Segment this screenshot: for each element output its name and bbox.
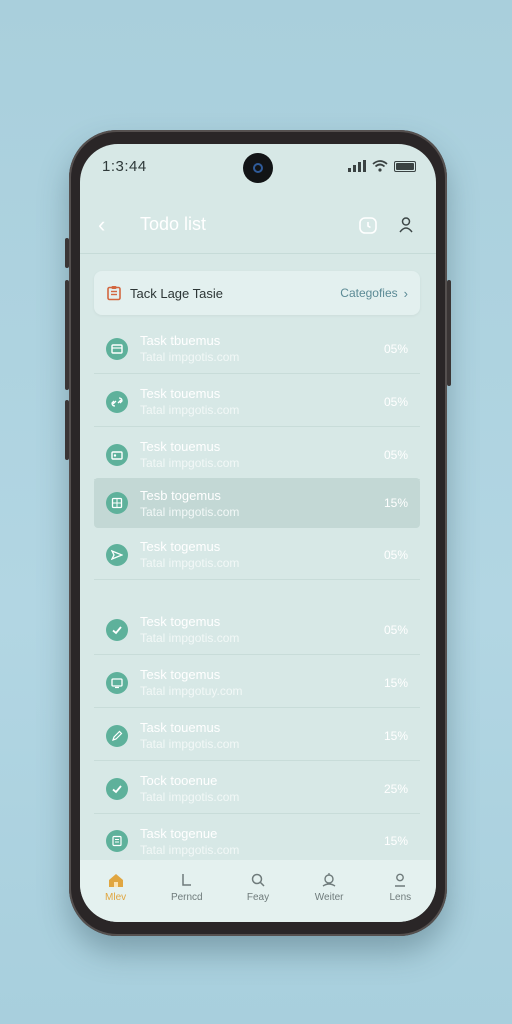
task-title: Task touemus bbox=[140, 720, 221, 735]
power-button bbox=[65, 400, 69, 460]
bottom-nav: Mlev Perncd Feay Weiter Lens bbox=[80, 860, 436, 922]
task-subtitle: Tatal impgotuy.com bbox=[140, 684, 243, 698]
task-row[interactable]: Task tbuemus Tatal impgotis.com 05% bbox=[94, 324, 420, 374]
task-percent: 15% bbox=[383, 496, 408, 510]
categories-link[interactable]: Categofies bbox=[340, 286, 397, 300]
task-title: Task togenue bbox=[140, 825, 218, 841]
check-icon bbox=[106, 618, 128, 641]
nav-label: Feay bbox=[246, 892, 270, 903]
category-title: Tack Lage Tasie bbox=[130, 285, 223, 301]
task-subtitle: Tatal impgotis.com bbox=[140, 403, 240, 417]
task-percent: 05% bbox=[383, 341, 408, 356]
timer-icon[interactable] bbox=[356, 213, 380, 237]
period-icon bbox=[179, 871, 195, 889]
calendar-icon bbox=[106, 337, 128, 360]
task-subtitle: Tatal impgotis.com bbox=[140, 790, 240, 804]
task-subtitle: Tatal impgotis.com bbox=[140, 504, 240, 519]
task-percent: 25% bbox=[383, 781, 408, 796]
send-icon bbox=[106, 543, 128, 566]
task-title: Task tbuemus bbox=[140, 333, 221, 348]
volume-button bbox=[65, 238, 69, 268]
task-subtitle: Tatal impgotis.com bbox=[140, 350, 240, 364]
nav-label: Weiter bbox=[314, 892, 344, 903]
list-icon bbox=[106, 830, 128, 852]
phone-frame: 1:3:44 ‹ Todo list Tack Lage Tasie Categ… bbox=[65, 130, 451, 936]
task-percent: 05% bbox=[383, 447, 408, 462]
nav-profile[interactable]: Lens bbox=[370, 871, 430, 903]
signal-icon bbox=[348, 160, 366, 172]
card-icon bbox=[106, 443, 128, 466]
nav-weather[interactable]: Weiter bbox=[299, 871, 359, 903]
status-time: 1:3:44 bbox=[102, 157, 147, 175]
nav-label: Perncd bbox=[170, 892, 203, 903]
chevron-right-icon[interactable]: › bbox=[404, 286, 408, 301]
wifi-icon bbox=[372, 160, 388, 172]
task-row[interactable]: Tesk togemus Tatal impgotuy.com 15% bbox=[94, 658, 420, 708]
task-percent: 15% bbox=[383, 728, 408, 743]
search-icon bbox=[250, 871, 266, 889]
task-title: Tesk togemus bbox=[140, 614, 221, 629]
nav-label: Lens bbox=[389, 892, 412, 903]
task-title: Tesk togemus bbox=[140, 667, 221, 682]
task-subtitle: Tatal impgotis.com bbox=[140, 456, 240, 470]
volume-up-button bbox=[65, 280, 69, 390]
clipboard-icon bbox=[107, 286, 121, 301]
screen-icon bbox=[106, 671, 128, 694]
task-subtitle: Tatal impgotis.com bbox=[140, 631, 240, 645]
task-percent: 05% bbox=[383, 622, 408, 637]
task-percent: 05% bbox=[383, 394, 408, 409]
nav-period[interactable]: Perncd bbox=[157, 871, 217, 903]
task-percent: 05% bbox=[383, 547, 408, 562]
task-subtitle: Tatal impgotis.com bbox=[140, 556, 240, 570]
task-row[interactable]: Tesk togemus Tatal impgotis.com 05% bbox=[94, 605, 420, 655]
task-title: Tesb togemus bbox=[140, 487, 221, 503]
task-row-selected[interactable]: Tesb togemus Tatal impgotis.com 15% bbox=[94, 478, 420, 528]
task-row[interactable]: Tesk touemus Tatal impgotis.com 05% bbox=[94, 377, 420, 427]
front-camera bbox=[243, 153, 273, 183]
back-arrow-icon[interactable]: ‹ bbox=[98, 212, 120, 238]
task-row[interactable]: Tock tooenue Tatal impgotis.com 25% bbox=[94, 764, 420, 814]
status-icons bbox=[348, 160, 416, 172]
task-row[interactable]: Task touemus Tatal impgotis.com 15% bbox=[94, 711, 420, 761]
task-title: Tesk togemus bbox=[140, 539, 221, 554]
nav-home[interactable]: Mlev bbox=[86, 871, 146, 903]
task-title: Tesk touemus bbox=[140, 439, 221, 454]
user-settings-icon[interactable] bbox=[394, 213, 418, 237]
side-button-right bbox=[447, 280, 451, 386]
nav-label: Mlev bbox=[105, 892, 127, 903]
task-percent: 15% bbox=[383, 675, 408, 690]
check-icon bbox=[106, 777, 128, 800]
task-title: Tesk touemus bbox=[140, 386, 221, 401]
nav-search[interactable]: Feay bbox=[228, 871, 288, 903]
home-icon bbox=[107, 871, 125, 889]
page-title: Todo list bbox=[140, 214, 207, 234]
category-bar[interactable]: Tack Lage Tasie Categofies › bbox=[94, 271, 420, 315]
task-row[interactable]: Task togenue Tatal impgotis.com 15% bbox=[94, 816, 420, 866]
task-row[interactable]: Tesk togemus Tatal impgotis.com 05% bbox=[94, 530, 420, 580]
weather-icon bbox=[320, 871, 338, 889]
task-row[interactable]: Tesk touemus Tatal impgotis.com 05% bbox=[94, 430, 420, 480]
task-subtitle: Tatal impgotis.com bbox=[140, 842, 240, 857]
grid-icon bbox=[106, 492, 128, 514]
link-icon bbox=[106, 390, 128, 413]
pen-icon bbox=[106, 724, 128, 747]
screen: 1:3:44 ‹ Todo list Tack Lage Tasie Categ… bbox=[80, 144, 436, 922]
task-subtitle: Tatal impgotis.com bbox=[140, 737, 240, 751]
profile-icon bbox=[392, 871, 408, 889]
battery-icon bbox=[394, 160, 416, 172]
task-percent: 15% bbox=[383, 834, 408, 848]
app-header: ‹ Todo list bbox=[80, 196, 436, 254]
task-title: Tock tooenue bbox=[140, 773, 218, 788]
